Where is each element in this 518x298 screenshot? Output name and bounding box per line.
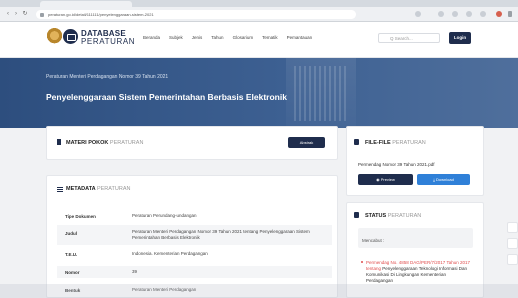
files-title-bold: FILE-FILE: [365, 140, 391, 146]
status-item-text: Penyelenggaraan Teknologi Informasi Dan …: [366, 266, 468, 283]
table-row: T.E.U. Indonesia. Kementerian Perdaganga…: [57, 248, 332, 260]
lock-icon: [40, 12, 44, 17]
meta-key: T.E.U.: [65, 252, 78, 257]
download-button[interactable]: ⤓ Download: [417, 174, 470, 185]
extension-icon[interactable]: [480, 11, 486, 17]
metadata-title: METADATA PERATURAN: [66, 186, 130, 192]
forward-icon[interactable]: ›: [13, 11, 19, 17]
float-accessibility-button[interactable]: [507, 238, 518, 249]
table-row: Tipe Dokumen Peraturan Perundang-undanga…: [57, 210, 332, 222]
metadata-title-light: PERATURAN: [96, 186, 131, 192]
extension-icon[interactable]: [438, 11, 444, 17]
nav-item-tahun[interactable]: Tahun: [211, 35, 223, 40]
nav-item-glosarium[interactable]: Glosarium: [233, 35, 254, 40]
float-language-button[interactable]: [507, 222, 518, 233]
list-icon: [57, 187, 63, 192]
nav-item-subjek[interactable]: Subjek: [169, 35, 183, 40]
nav-item-pemantauan[interactable]: Pemantauan: [287, 35, 313, 40]
browser-toolbar: ‹ › ↻ peraturan.go.id/detail/111111/peny…: [0, 7, 518, 22]
materi-title-light: PERATURAN: [109, 140, 144, 146]
bottom-shadow: [0, 284, 518, 298]
meta-value: Peraturan Perundang-undangan: [132, 213, 197, 218]
file-file-title: FILE-FILE PERATURAN: [365, 140, 426, 146]
status-item-link[interactable]: Permendag No. 4858 DAG/PER/7/2017 Tahun …: [366, 260, 470, 265]
status-title-bold: STATUS: [365, 213, 387, 219]
download-label: Download: [436, 177, 454, 182]
materi-title-bold: MATERI POKOK: [66, 140, 109, 146]
building-illustration: [286, 58, 356, 128]
garuda-logo: [46, 28, 63, 45]
meta-value: Indonesia. Kementerian Perdagangan: [132, 251, 208, 256]
login-button[interactable]: Login: [449, 32, 471, 44]
url-text: peraturan.go.id/detail/111111/penyelengg…: [48, 12, 154, 17]
preview-label: Preview: [380, 177, 395, 182]
float-help-button[interactable]: [507, 254, 518, 265]
nav-item-jenis[interactable]: Jenis: [192, 35, 203, 40]
search-input[interactable]: Q Search...: [378, 33, 440, 43]
extension-icon[interactable]: [466, 11, 472, 17]
extension-icon[interactable]: [452, 11, 458, 17]
status-label: Mencabut :: [362, 238, 385, 243]
files-title-light: PERATURAN: [392, 140, 426, 146]
page-title: Penyelenggaraan Sistem Pemerintahan Berb…: [46, 92, 287, 102]
meta-key: Tipe Dokumen: [65, 214, 96, 219]
brand-subtitle[interactable]: PERATURAN: [81, 37, 135, 46]
file-icon: [354, 139, 359, 145]
browser-chrome: ‹ › ↻ peraturan.go.id/detail/111111/peny…: [0, 0, 518, 22]
table-row: Nomor 39: [57, 266, 332, 278]
file-name[interactable]: Permendag Nomor 39 Tahun 2021.pdf: [358, 162, 434, 167]
meta-value: Peraturan Menteri Perdagangan Nomor 39 T…: [132, 229, 310, 240]
bookmark-icon: [57, 139, 61, 145]
meta-key: Nomor: [65, 270, 80, 275]
bookmark-star-icon[interactable]: [415, 11, 421, 17]
hero-subtitle: Peraturan Menteri Perdagangan Nomor 39 T…: [46, 74, 169, 80]
database-logo-icon[interactable]: [63, 29, 78, 44]
preview-button[interactable]: ◉ Preview: [358, 174, 413, 185]
status-icon: [354, 212, 359, 218]
back-icon[interactable]: ‹: [5, 11, 11, 17]
status-item-connector: tentang: [366, 266, 382, 271]
reload-icon[interactable]: ↻: [22, 11, 28, 17]
url-bar[interactable]: peraturan.go.id/detail/111111/penyelengg…: [36, 10, 356, 19]
status-item[interactable]: Permendag No. 4858 DAG/PER/7/2017 Tahun …: [366, 260, 472, 284]
status-title: STATUS PERATURAN: [365, 213, 421, 219]
file-file-card: [346, 126, 484, 196]
menu-icon[interactable]: [508, 11, 512, 17]
materi-pokok-title: MATERI POKOK PERATURAN: [66, 140, 143, 146]
status-title-light: PERATURAN: [387, 213, 422, 219]
tab-strip: [0, 0, 518, 7]
table-row: Judul Peraturan Menteri Perdagangan Nomo…: [57, 225, 332, 245]
hero-banner: Peraturan Menteri Perdagangan Nomor 39 T…: [0, 58, 518, 128]
abstrak-button[interactable]: Abstrak: [288, 137, 325, 148]
nav-item-beranda[interactable]: Beranda: [143, 35, 160, 40]
meta-key: Judul: [65, 231, 77, 236]
nav-item-tematik[interactable]: Tematik: [262, 35, 278, 40]
profile-avatar[interactable]: [496, 11, 502, 17]
meta-value: 39: [132, 269, 138, 274]
site-header: DATABASE PERATURAN Beranda Subjek Jenis …: [0, 22, 518, 58]
metadata-title-bold: METADATA: [66, 186, 96, 192]
main-nav: Beranda Subjek Jenis Tahun Glosarium Tem…: [143, 35, 312, 40]
search-placeholder: Q Search...: [390, 36, 413, 41]
status-bullet: [361, 261, 363, 263]
